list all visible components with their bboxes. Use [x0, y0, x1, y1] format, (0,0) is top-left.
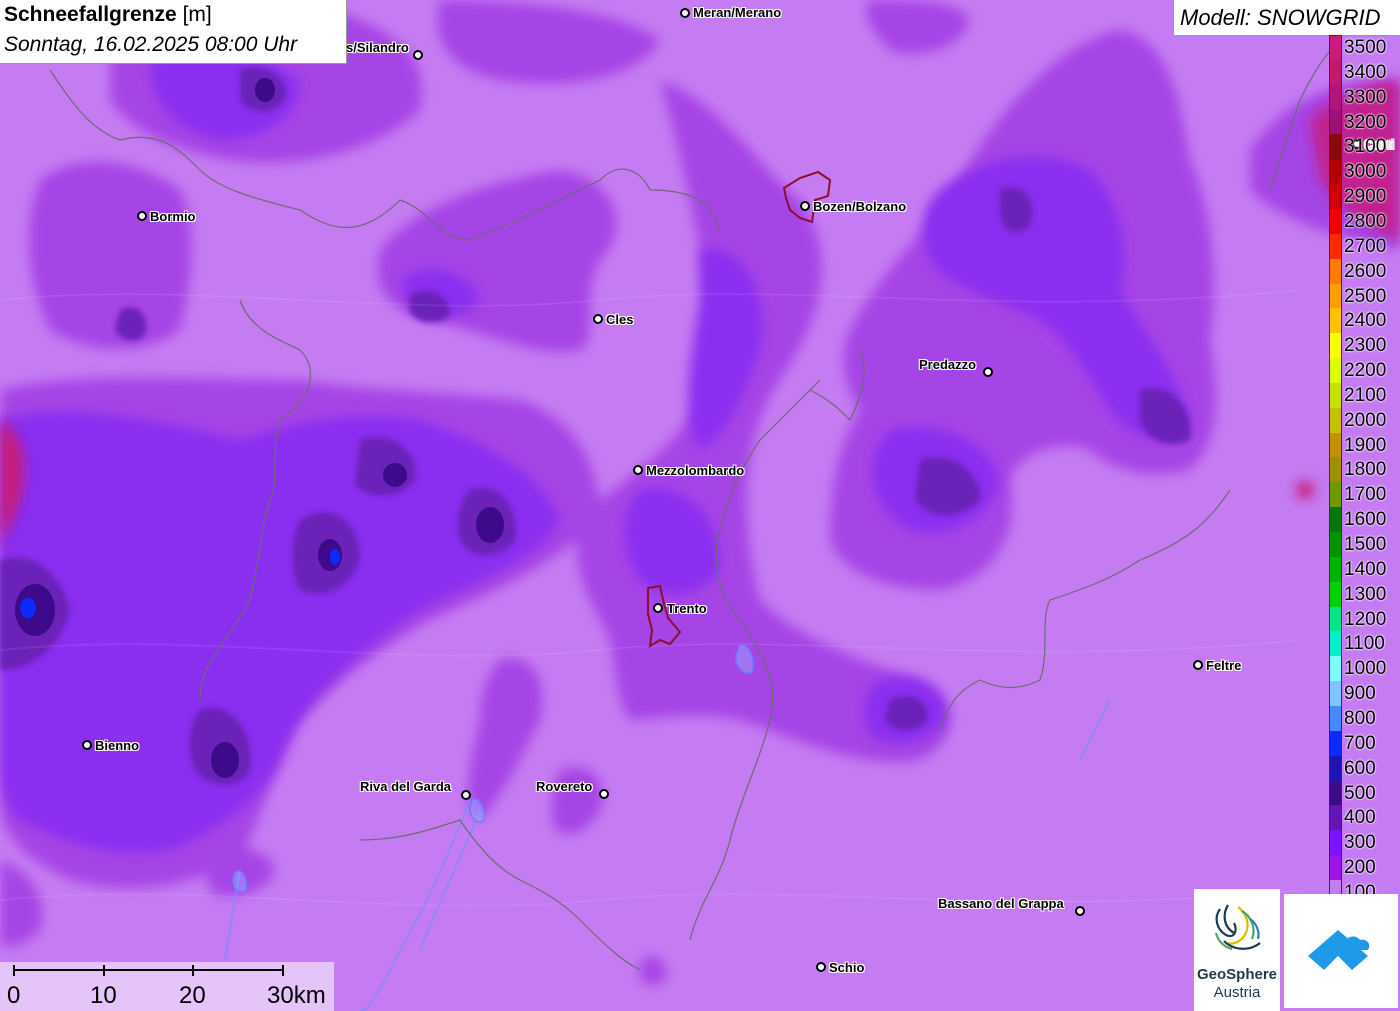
- geosphere-name: GeoSphere: [1196, 966, 1278, 983]
- legend-label: 200: [1344, 857, 1376, 879]
- legend-label: 1300: [1344, 583, 1387, 605]
- geosphere-logo[interactable]: GeoSphere Austria: [1194, 889, 1280, 1011]
- place-marker: [983, 367, 993, 377]
- legend-label: 600: [1344, 757, 1376, 779]
- legend-label: 1700: [1344, 484, 1387, 506]
- legend-label: 1500: [1344, 534, 1387, 555]
- place-marker: [413, 50, 423, 60]
- place-label: Bassano del Grappa: [938, 896, 1064, 911]
- scale-label: 0: [7, 982, 21, 1009]
- place-marker: [633, 465, 643, 475]
- legend-label: 2200: [1344, 360, 1387, 382]
- place-marker: [816, 962, 826, 972]
- map-datetime: Sonntag, 16.02.2025 08:00 Uhr: [4, 33, 298, 56]
- place-label: Feltre: [1206, 658, 1242, 673]
- place-label: Trento: [667, 601, 707, 616]
- legend-label: 1800: [1344, 459, 1387, 481]
- legend-label: 3400: [1344, 61, 1387, 83]
- parameter-name: Schneefallgrenze: [4, 3, 177, 26]
- legend-label: 500: [1344, 782, 1376, 804]
- legend-label: 1900: [1344, 434, 1387, 456]
- color-legend: 3500 3400 3300 3200 3100 3000 2900 2800 2700 2600…: [1329, 35, 1400, 905]
- place-label: Bozen/Bolzano: [813, 199, 907, 214]
- legend-label: 2900: [1344, 186, 1387, 208]
- legend-label: 800: [1344, 707, 1376, 729]
- legend-label: 3100: [1344, 136, 1387, 158]
- legend-label: 3300: [1344, 86, 1387, 108]
- place-label: Mezzolombardo: [646, 463, 745, 478]
- legend-label: 2600: [1344, 260, 1387, 282]
- legend-label: 1000: [1344, 658, 1387, 680]
- place-label: Predazzo: [919, 357, 977, 372]
- place-label: s/Silandro: [346, 40, 409, 55]
- legend-label: 2800: [1344, 210, 1387, 232]
- legend-label: 2400: [1344, 310, 1387, 332]
- place-marker: [82, 740, 92, 750]
- model-panel: Modell: SNOWGRID: [1173, 0, 1400, 36]
- place-marker: [137, 211, 147, 221]
- place-label: Rovereto: [536, 779, 593, 794]
- mountain-cloud-icon: [1308, 930, 1370, 970]
- geosphere-emblem-icon: [1214, 904, 1261, 951]
- legend-label: 400: [1344, 807, 1376, 829]
- snow-app-logo[interactable]: [1284, 894, 1398, 1008]
- legend-label: 1400: [1344, 558, 1387, 580]
- legend-label: 300: [1344, 832, 1376, 854]
- legend-label: 2500: [1344, 285, 1387, 307]
- parameter-unit: [m]: [182, 3, 212, 26]
- legend-label: 2100: [1344, 384, 1387, 406]
- place-marker: [653, 603, 663, 613]
- model-label: Modell: SNOWGRID: [1180, 5, 1381, 30]
- place-label: Bormio: [150, 209, 196, 224]
- map-title: Schneefallgrenze [m]: [4, 3, 212, 27]
- legend-label: 1200: [1344, 608, 1387, 630]
- scale-bar: 0 10 20 30km: [0, 962, 334, 1011]
- legend-frame: [1329, 35, 1342, 905]
- place-marker: [800, 201, 810, 211]
- place-label: Cles: [606, 312, 634, 327]
- place-label: Meran/Merano: [693, 5, 782, 20]
- legend-label: 3000: [1344, 161, 1387, 183]
- legend-label: 2700: [1344, 235, 1387, 257]
- scale-label: 30km: [267, 982, 326, 1009]
- place-marker: [461, 790, 471, 800]
- place-marker: [680, 8, 690, 18]
- place-marker: [1075, 906, 1085, 916]
- scale-label: 20: [179, 982, 206, 1009]
- place-marker: [599, 789, 609, 799]
- place-label: Riva del Garda: [360, 779, 452, 794]
- geosphere-country: Austria: [1213, 984, 1261, 1001]
- legend-label: 1600: [1344, 509, 1387, 531]
- snowline-map[interactable]: [0, 0, 1400, 1011]
- legend-label: 2300: [1344, 335, 1387, 357]
- legend-label: 1100: [1344, 633, 1385, 655]
- place-marker: [1193, 660, 1203, 670]
- legend-label: 2000: [1344, 409, 1387, 431]
- place-label: Bienno: [95, 738, 140, 753]
- title-panel: Schneefallgrenze [m] Sonntag, 16.02.2025…: [0, 0, 347, 64]
- legend-label: 700: [1344, 732, 1376, 754]
- legend-label: 900: [1344, 683, 1376, 705]
- legend-label: 3200: [1344, 111, 1387, 133]
- legend-label: 3500: [1344, 37, 1387, 58]
- place-label: Schio: [829, 960, 865, 975]
- scale-label: 10: [90, 982, 117, 1009]
- place-marker: [593, 314, 603, 324]
